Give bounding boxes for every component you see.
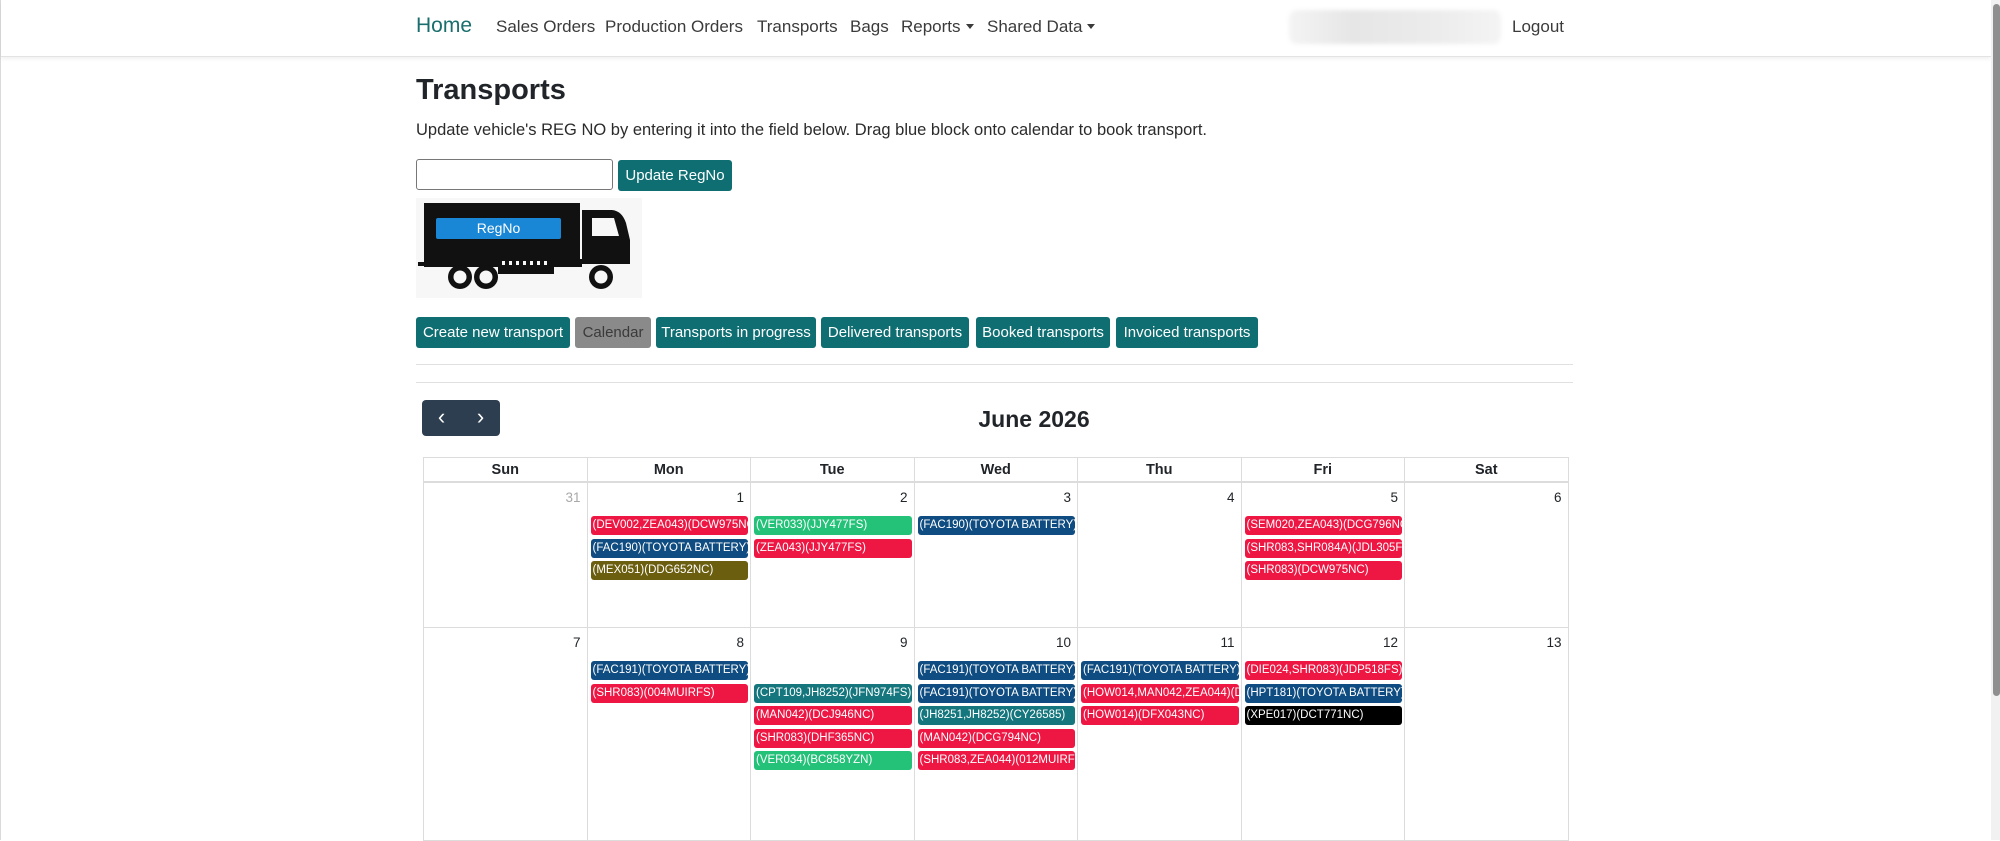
chevron-left-icon[interactable]: ‹ (422, 400, 461, 436)
tab-invoiced-transports[interactable]: Invoiced transports (1116, 317, 1258, 348)
nav-shared-data-dropdown[interactable]: Shared Data (987, 17, 1096, 37)
transport-event[interactable]: (JH8251,JH8252)(CY26585) (917, 706, 1075, 725)
tab-calendar[interactable]: Calendar (575, 317, 651, 348)
calendar-day-cell[interactable]: 8 (FAC191)(TOYOTA BATTERY) (SHR083)(004MUI… (586, 627, 751, 841)
page-title: Transports (416, 74, 566, 106)
day-number[interactable]: 10 (1056, 635, 1071, 650)
truck-regno-label: RegNo (476, 220, 521, 236)
calendar-day-cell[interactable]: 12 (DIE024,SHR083)(JDP518FS) (HPT181)(TOYO… (1240, 627, 1405, 841)
transport-event[interactable]: (VER034)(BC858YZN) (754, 751, 912, 770)
update-regno-button[interactable]: Update RegNo (618, 160, 732, 191)
divider (416, 364, 1573, 365)
top-navbar: Home Sales Orders Production Orders Tran… (1, 0, 1991, 57)
transport-event[interactable]: (VER033)(JJY477FS) (754, 516, 912, 535)
transport-event[interactable]: (FAC191)(TOYOTA BATTERY) (917, 683, 1075, 703)
weekday-header-fri: Fri (1240, 457, 1405, 482)
calendar-day-cell[interactable]: 1 (DEV002,ZEA043)(DCW975NC) (FAC190)(TOYOT… (586, 482, 751, 628)
calendar-day-cell[interactable]: 11 (FAC191)(TOYOTA BATTERY) (HOW014,MAN042… (1077, 627, 1242, 841)
transport-event[interactable]: (SHR083)(004MUIRFS) (590, 683, 748, 703)
calendar-title: June 2026 (978, 406, 1090, 432)
day-number[interactable]: 12 (1383, 635, 1398, 650)
calendar-day-cell[interactable]: 9 (CPT109,JH8252)(JFN974FS) (MAN042)(DCJ94… (750, 627, 915, 841)
day-number[interactable]: 5 (1390, 490, 1398, 505)
nav-transports[interactable]: Transports (757, 17, 838, 37)
transport-event[interactable]: (HPT181)(TOYOTA BATTERY) (1244, 683, 1402, 703)
day-number[interactable]: 13 (1546, 635, 1561, 650)
transport-event[interactable]: (SHR083,ZEA044)(012MUIRFS) (917, 751, 1075, 770)
transport-event[interactable]: (MEX051)(DDG652NC) (590, 561, 748, 580)
day-number[interactable]: 3 (1063, 490, 1071, 505)
transport-event[interactable]: (MAN042)(DCJ946NC) (754, 706, 912, 725)
calendar-day-cell[interactable]: 4 (1077, 482, 1242, 628)
weekday-header-thu: Thu (1077, 457, 1242, 482)
weekday-header-sun: Sun (423, 457, 588, 482)
transport-event[interactable]: (FAC190)(TOYOTA BATTERY) (917, 516, 1075, 535)
day-number[interactable]: 11 (1220, 635, 1234, 650)
transport-event[interactable]: (FAC190)(TOYOTA BATTERY) (590, 538, 748, 558)
nav-production-orders[interactable]: Production Orders (605, 17, 743, 37)
weekday-header-sat: Sat (1404, 457, 1569, 482)
transport-event[interactable]: (DEV002,ZEA043)(DCW975NC) (590, 516, 748, 535)
weekday-header-wed: Wed (913, 457, 1078, 482)
calendar-day-cell[interactable]: 5 (SEM020,ZEA043)(DCG796NC) (SHR083,SHR084… (1240, 482, 1405, 628)
nav-sales-orders[interactable]: Sales Orders (496, 17, 595, 37)
calendar-day-cell[interactable]: 31 (423, 482, 588, 628)
page-instructions: Update vehicle's REG NO by entering it i… (416, 121, 1208, 139)
divider (416, 382, 1573, 383)
tab-booked-transports[interactable]: Booked transports (976, 317, 1110, 348)
day-number[interactable]: 9 (900, 635, 908, 650)
caret-down-icon (965, 24, 974, 29)
nav-home-link[interactable]: Home (416, 14, 472, 38)
transport-event[interactable]: (CPT109,JH8252)(JFN974FS) (754, 683, 912, 703)
transport-event[interactable]: (SHR083)(DCW975NC) (1244, 561, 1402, 580)
weekday-header-tue: Tue (750, 457, 915, 482)
transport-event[interactable]: (HOW014)(DFX043NC) (1081, 706, 1239, 725)
calendar-nav-group: ‹ › (422, 400, 500, 436)
calendar-day-cell[interactable]: 3 (FAC190)(TOYOTA BATTERY) (913, 482, 1078, 628)
nav-shared-data-label: Shared Data (987, 17, 1083, 36)
nav-reports-dropdown[interactable]: Reports (901, 17, 974, 37)
transport-event[interactable]: (ZEA043)(JJY477FS) (754, 538, 912, 558)
transport-event[interactable]: (DIE024,SHR083)(JDP518FS) (1244, 661, 1402, 680)
day-number[interactable]: 1 (736, 490, 744, 505)
regno-input[interactable] (416, 159, 613, 190)
user-email-blurred (1289, 10, 1501, 44)
calendar-day-cell[interactable]: 2 (VER033)(JJY477FS) (ZEA043)(JJY477FS) (750, 482, 915, 628)
nav-bags[interactable]: Bags (850, 17, 889, 37)
transport-event[interactable]: (SHR083)(DHF365NC) (754, 728, 912, 748)
transport-event[interactable]: (XPE017)(DCT771NC) (1244, 706, 1402, 725)
calendar-day-cell[interactable]: 6 (1404, 482, 1569, 628)
day-number[interactable]: 6 (1554, 490, 1562, 505)
transport-event[interactable]: (FAC191)(TOYOTA BATTERY) (1081, 661, 1239, 680)
tab-create-new-transport[interactable]: Create new transport (416, 317, 570, 348)
truck-icon (418, 203, 630, 289)
calendar-day-cell[interactable]: 13 (1404, 627, 1569, 841)
chevron-right-icon[interactable]: › (461, 400, 500, 436)
tab-delivered-transports[interactable]: Delivered transports (821, 317, 969, 348)
transport-event[interactable]: (HOW014,MAN042,ZEA044)(DFX (1081, 683, 1239, 703)
calendar-day-cell[interactable]: 7 (423, 627, 588, 841)
tab-transports-in-progress[interactable]: Transports in progress (656, 317, 816, 348)
day-number[interactable]: 8 (736, 635, 744, 650)
transport-event[interactable]: (FAC191)(TOYOTA BATTERY) (590, 661, 748, 680)
transport-event[interactable]: (SEM020,ZEA043)(DCG796NC) (1244, 516, 1402, 535)
draggable-truck-block[interactable]: RegNo (416, 198, 642, 298)
caret-down-icon (1087, 24, 1096, 29)
calendar-day-cell[interactable]: 10 (FAC191)(TOYOTA BATTERY) (FAC191)(TOYOT… (913, 627, 1078, 841)
day-number[interactable]: 4 (1227, 490, 1235, 505)
scrollbar-thumb[interactable] (1993, 4, 2000, 696)
day-number[interactable]: 7 (573, 635, 581, 650)
transport-event[interactable]: (MAN042)(DCG794NC) (917, 728, 1075, 748)
nav-reports-label: Reports (901, 17, 961, 36)
transport-event[interactable]: (FAC191)(TOYOTA BATTERY) (917, 661, 1075, 680)
logout-link[interactable]: Logout (1512, 17, 1564, 37)
weekday-header-mon: Mon (586, 457, 751, 482)
transport-event[interactable]: (SHR083,SHR084A)(JDL305FS) (1244, 538, 1402, 558)
day-number[interactable]: 2 (900, 490, 908, 505)
day-number[interactable]: 31 (565, 490, 580, 505)
